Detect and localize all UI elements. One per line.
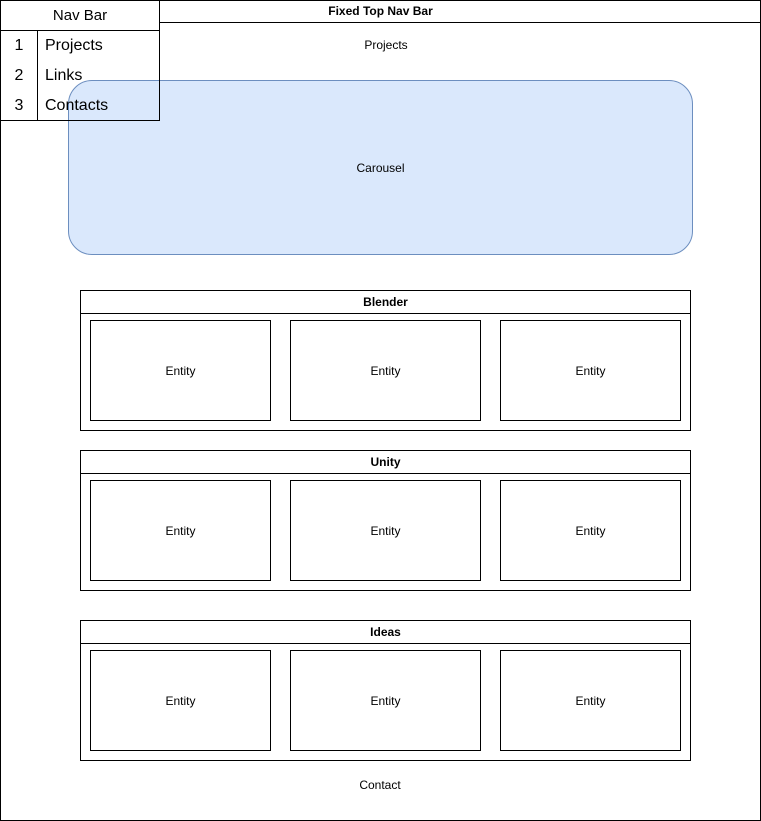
entity-card[interactable]: Entity (90, 650, 271, 751)
nav-item-label: Contacts (45, 97, 109, 114)
nav-bar-box: Nav Bar 1 Projects 2 Links 3 Contacts (0, 0, 160, 121)
section-title: Ideas (81, 621, 690, 644)
contact-footer-label: Contact (359, 778, 401, 792)
section-unity: Unity Entity Entity Entity (80, 450, 691, 591)
top-bar-title: Fixed Top Nav Bar (328, 4, 433, 18)
section-title: Unity (81, 451, 690, 474)
entity-card[interactable]: Entity (90, 480, 271, 581)
section-blender: Blender Entity Entity Entity (80, 290, 691, 431)
projects-heading: Projects (364, 38, 408, 52)
entity-card[interactable]: Entity (500, 650, 681, 751)
entity-card[interactable]: Entity (290, 480, 481, 581)
entity-card[interactable]: Entity (500, 320, 681, 421)
nav-column-divider (37, 31, 38, 121)
carousel[interactable]: Carousel (68, 80, 693, 255)
entity-card[interactable]: Entity (90, 320, 271, 421)
entity-card[interactable]: Entity (290, 320, 481, 421)
carousel-label: Carousel (356, 160, 405, 175)
nav-item-links[interactable]: 2 Links (1, 61, 159, 91)
section-ideas: Ideas Entity Entity Entity (80, 620, 691, 761)
nav-item-label: Links (45, 67, 83, 84)
nav-item-number: 1 (14, 37, 24, 54)
entity-card[interactable]: Entity (290, 650, 481, 751)
nav-bar-title: Nav Bar (1, 1, 159, 31)
nav-item-projects[interactable]: 1 Projects (1, 31, 159, 61)
entity-card[interactable]: Entity (500, 480, 681, 581)
nav-item-label: Projects (45, 37, 103, 54)
nav-item-contacts[interactable]: 3 Contacts (1, 91, 159, 121)
nav-item-number: 3 (14, 97, 24, 114)
section-title: Blender (81, 291, 690, 314)
nav-item-number: 2 (14, 67, 24, 84)
